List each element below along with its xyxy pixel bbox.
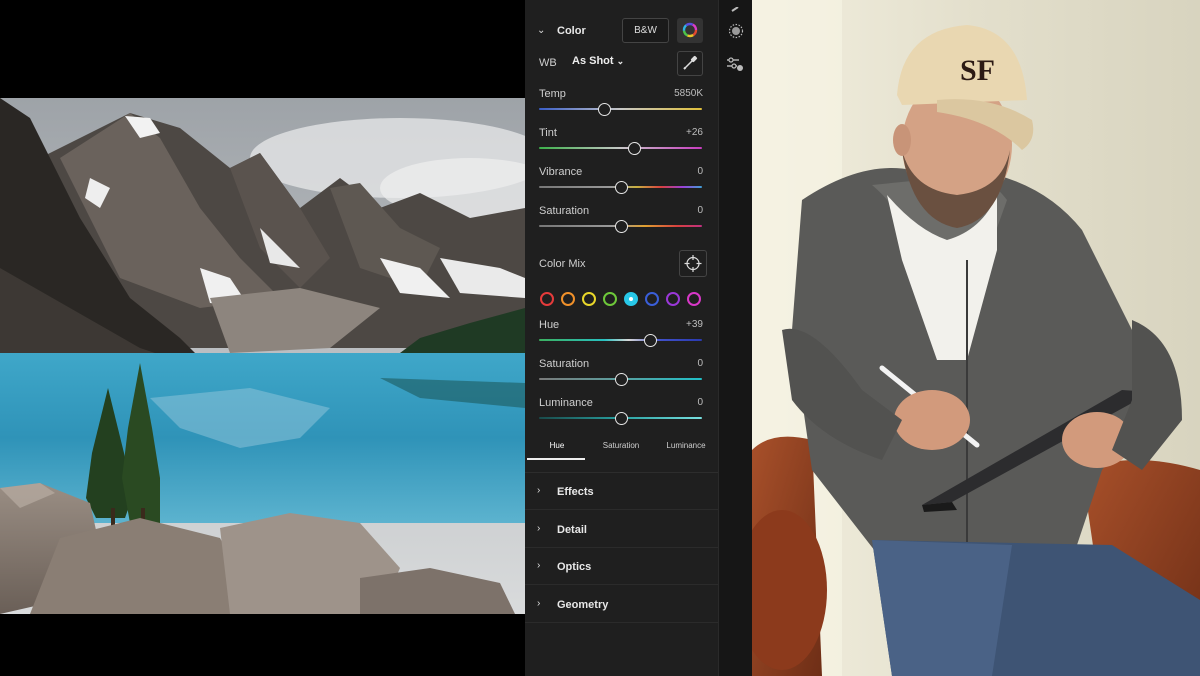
swatch-green[interactable]	[603, 292, 617, 306]
mix-saturation-slider-thumb[interactable]	[614, 373, 628, 386]
photo-canvas	[0, 0, 525, 676]
wb-select[interactable]: As Shot ⌄	[572, 55, 624, 67]
slider-label: Vibrance	[539, 166, 583, 178]
swatch-magenta[interactable]	[687, 292, 701, 306]
edited-photo	[0, 98, 525, 614]
tab-saturation[interactable]: Saturation	[589, 441, 653, 450]
slider-value: 0	[697, 205, 703, 216]
wb-value: As Shot	[572, 55, 614, 67]
chevron-right-icon: ›	[537, 560, 541, 571]
swatch-aqua[interactable]	[624, 292, 638, 306]
tab-luminance[interactable]: Luminance	[654, 441, 718, 450]
section-geometry[interactable]: › Geometry	[525, 586, 718, 623]
hue-slider-track[interactable]	[539, 339, 702, 341]
chevron-down-icon: ⌄	[537, 25, 546, 36]
tint-slider-thumb[interactable]	[627, 142, 641, 155]
target-icon	[684, 255, 702, 272]
color-mix-tabs: Hue Saturation Luminance	[525, 437, 718, 460]
slider-value: +26	[686, 127, 703, 138]
slider-value: 0	[697, 358, 703, 369]
vibrance-slider-thumb[interactable]	[614, 181, 628, 194]
color-mode-button[interactable]	[677, 18, 703, 43]
white-balance-row: WB As Shot ⌄	[525, 51, 718, 76]
temp-slider-track[interactable]	[539, 108, 702, 110]
slider-value: +39	[686, 319, 703, 330]
saturation-slider-thumb[interactable]	[614, 220, 628, 233]
section-title: Effects	[557, 486, 594, 498]
swatch-purple[interactable]	[666, 292, 680, 306]
tint-slider-track[interactable]	[539, 147, 702, 149]
active-tab-indicator	[527, 458, 585, 460]
slider-value: 0	[697, 397, 703, 408]
chevron-right-icon: ›	[537, 485, 541, 496]
bw-button[interactable]: B&W	[622, 18, 669, 43]
color-wheel-icon	[682, 22, 698, 38]
slider-label: Saturation	[539, 205, 590, 217]
slider-value: 0	[697, 166, 703, 177]
color-section-title: Color	[557, 25, 586, 37]
chevron-right-icon: ›	[537, 523, 541, 534]
wb-label: WB	[539, 57, 557, 69]
tool-strip	[718, 0, 752, 676]
slider-label: Tint	[539, 127, 557, 139]
tab-hue[interactable]: Hue	[525, 441, 589, 450]
slider-label: Saturation	[539, 358, 590, 370]
section-detail[interactable]: › Detail	[525, 511, 718, 548]
presenter-video: SF	[752, 0, 1200, 676]
slider-value: 5850K	[674, 88, 703, 99]
section-optics[interactable]: › Optics	[525, 548, 718, 585]
swatch-blue[interactable]	[645, 292, 659, 306]
masking-icon[interactable]	[727, 22, 745, 40]
chevron-down-icon: ⌄	[616, 56, 625, 66]
swatch-orange[interactable]	[561, 292, 575, 306]
section-title: Optics	[557, 561, 592, 573]
section-effects[interactable]: › Effects	[525, 473, 718, 510]
swatch-yellow[interactable]	[582, 292, 596, 306]
temp-slider-thumb[interactable]	[598, 103, 612, 116]
swatch-red[interactable]	[540, 292, 554, 306]
svg-text:SF: SF	[960, 54, 995, 87]
chevron-right-icon: ›	[537, 598, 541, 609]
edit-panel: ⌄ Color B&W WB As Shot ⌄ Temp 5850K Tint…	[525, 0, 718, 676]
brush-icon[interactable]	[726, 0, 744, 12]
slider-label: Hue	[539, 319, 560, 331]
targeted-adjustment-button[interactable]	[679, 250, 707, 277]
section-title: Detail	[557, 524, 587, 536]
color-section-header[interactable]: ⌄ Color B&W	[525, 18, 718, 44]
slider-label: Luminance	[539, 397, 593, 409]
eyedropper-button[interactable]	[677, 51, 703, 76]
luminance-slider-thumb[interactable]	[614, 412, 628, 425]
hue-slider-thumb[interactable]	[643, 334, 657, 347]
color-mix-title: Color Mix	[539, 258, 586, 270]
slider-label: Temp	[539, 88, 566, 100]
presets-icon[interactable]	[725, 55, 745, 73]
section-title: Geometry	[557, 599, 609, 611]
eyedropper-icon	[683, 55, 698, 70]
